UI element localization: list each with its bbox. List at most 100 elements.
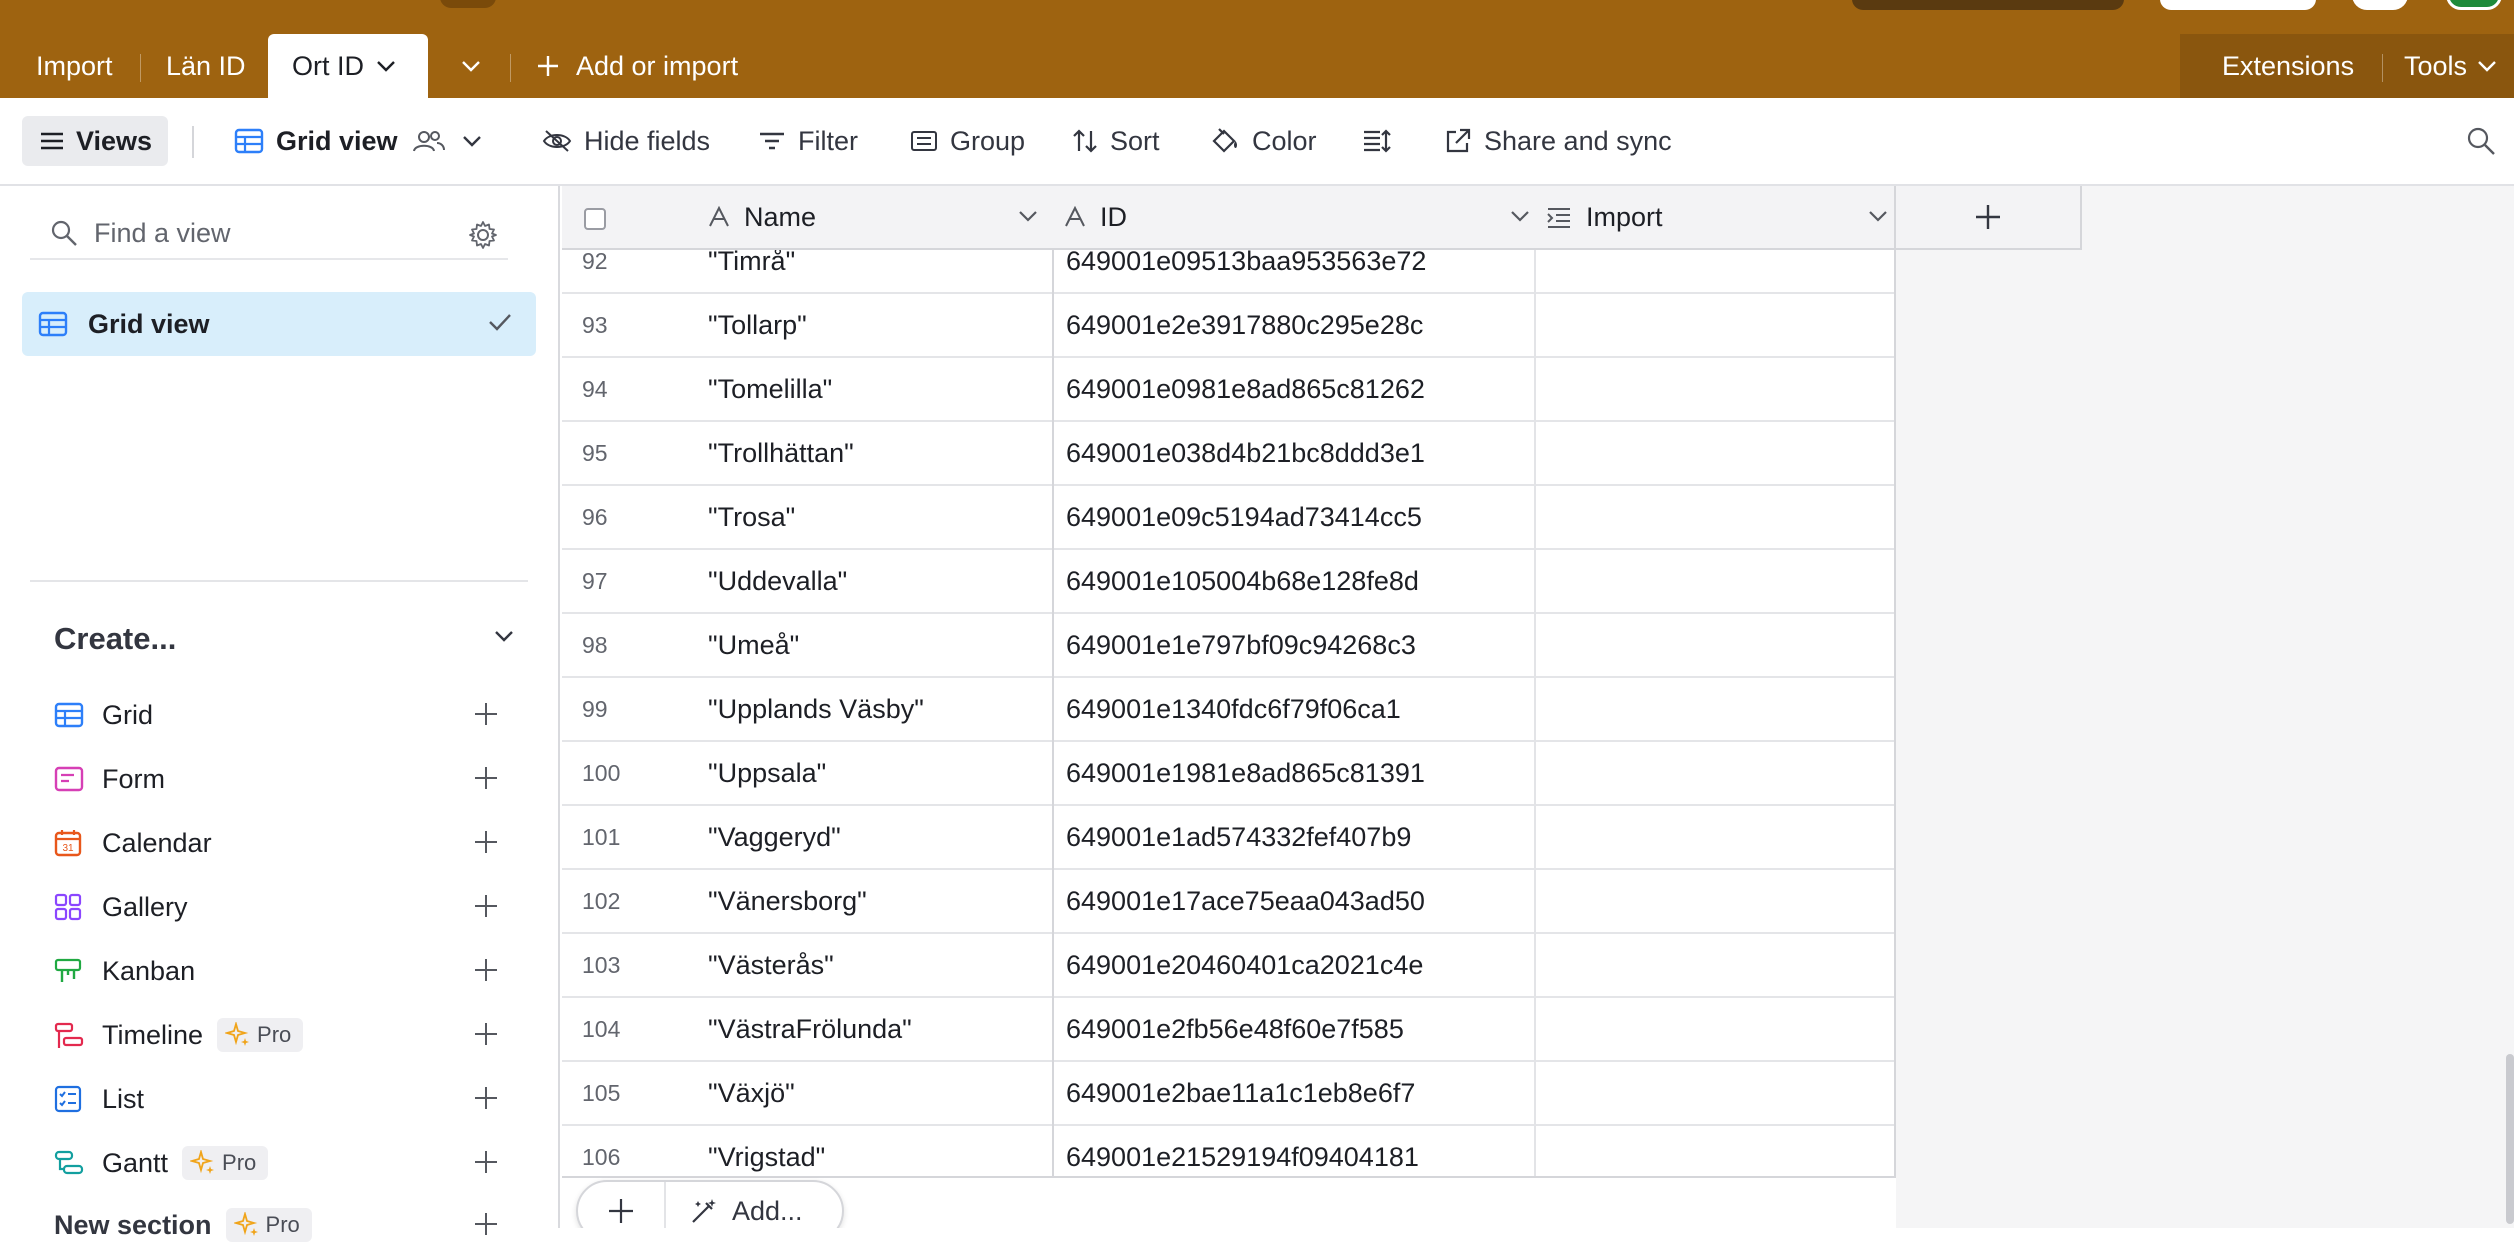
- cell-name[interactable]: "Upplands Väsby": [708, 678, 924, 740]
- tab-import[interactable]: Import: [36, 34, 113, 98]
- cell-name[interactable]: "VästraFrölunda": [708, 998, 912, 1060]
- cell-name[interactable]: "Umeå": [708, 614, 799, 676]
- cell-id[interactable]: 649001e17ace75eaa043ad50: [1066, 870, 1425, 932]
- chevron-down-icon[interactable]: [376, 60, 396, 72]
- cell-import[interactable]: [1536, 678, 1894, 740]
- table-row[interactable]: 104 "VästraFrölunda" 649001e2fb56e48f60e7f…: [562, 998, 1896, 1062]
- cell-id[interactable]: 649001e2fb56e48f60e7f585: [1066, 998, 1404, 1060]
- plus-icon[interactable]: [474, 1212, 498, 1236]
- view-item-grid-view[interactable]: Grid view: [22, 292, 536, 356]
- chevron-down-icon[interactable]: [1018, 210, 1038, 222]
- cell-name[interactable]: "Vaggeryd": [708, 806, 841, 868]
- cell-id[interactable]: 649001e0981e8ad865c81262: [1066, 358, 1425, 420]
- cell-id[interactable]: 649001e038d4b21bc8ddd3e1: [1066, 422, 1425, 484]
- cell-id[interactable]: 649001e1e797bf09c94268c3: [1066, 614, 1416, 676]
- table-row[interactable]: 99 "Upplands Väsby" 649001e1340fdc6f79f06c…: [562, 678, 1896, 742]
- cell-id[interactable]: 649001e20460401ca2021c4e: [1066, 934, 1423, 996]
- cell-import[interactable]: [1536, 550, 1894, 612]
- plus-icon[interactable]: [474, 1086, 498, 1110]
- plus-icon[interactable]: [474, 1150, 498, 1174]
- create-timeline[interactable]: Timeline Pro: [54, 1010, 514, 1060]
- table-row[interactable]: 105 "Växjö" 649001e2bae11a1c1eb8e6f7: [562, 1062, 1896, 1126]
- cell-name[interactable]: "Uppsala": [708, 742, 826, 804]
- cell-id[interactable]: 649001e1981e8ad865c81391: [1066, 742, 1425, 804]
- create-calendar[interactable]: 31 Calendar: [54, 818, 514, 868]
- header-action-partial[interactable]: [1852, 0, 2124, 10]
- tab-ort-id[interactable]: Ort ID: [268, 34, 428, 98]
- table-row[interactable]: 98 "Umeå" 649001e1e797bf09c94268c3: [562, 614, 1896, 678]
- help-button-partial[interactable]: [2352, 0, 2408, 10]
- create-grid[interactable]: Grid: [54, 690, 514, 740]
- plus-icon[interactable]: [474, 894, 498, 918]
- cell-id[interactable]: 649001e1ad574332fef407b9: [1066, 806, 1411, 868]
- vertical-scrollbar[interactable]: [2506, 1054, 2514, 1224]
- column-header-name[interactable]: Name: [708, 186, 1052, 248]
- table-row[interactable]: 94 "Tomelilla" 649001e0981e8ad865c81262: [562, 358, 1896, 422]
- table-row[interactable]: 100 "Uppsala" 649001e1981e8ad865c81391: [562, 742, 1896, 806]
- color-button[interactable]: Color: [1210, 98, 1317, 184]
- create-kanban[interactable]: Kanban: [54, 946, 514, 996]
- plus-icon[interactable]: [474, 958, 498, 982]
- chevron-down-icon[interactable]: [1510, 210, 1530, 222]
- row-height-button[interactable]: [1362, 98, 1392, 184]
- chevron-down-icon[interactable]: [1868, 210, 1888, 222]
- table-row[interactable]: 95 "Trollhättan" 649001e038d4b21bc8ddd3e1: [562, 422, 1896, 486]
- cell-import[interactable]: [1536, 358, 1894, 420]
- cell-import[interactable]: [1536, 998, 1894, 1060]
- table-row[interactable]: 101 "Vaggeryd" 649001e1ad574332fef407b9: [562, 806, 1896, 870]
- add-with-ai-button[interactable]: Add...: [666, 1196, 803, 1227]
- sort-button[interactable]: Sort: [1072, 98, 1160, 184]
- cell-name[interactable]: "Tollarp": [708, 294, 807, 356]
- create-gallery[interactable]: Gallery: [54, 882, 514, 932]
- create-section-toggle[interactable]: Create...: [54, 614, 514, 664]
- cell-import[interactable]: [1536, 806, 1894, 868]
- create-list[interactable]: List: [54, 1074, 514, 1124]
- cell-id[interactable]: 649001e09c5194ad73414cc5: [1066, 486, 1422, 548]
- cell-name[interactable]: "Uddevalla": [708, 550, 847, 612]
- table-row[interactable]: 97 "Uddevalla" 649001e105004b68e128fe8d: [562, 550, 1896, 614]
- plus-icon[interactable]: [474, 1022, 498, 1046]
- column-header-id[interactable]: ID: [1064, 186, 1544, 248]
- plus-icon[interactable]: [474, 766, 498, 790]
- column-header-import[interactable]: Import: [1546, 186, 1902, 248]
- cell-name[interactable]: "Trosa": [708, 486, 795, 548]
- avatar[interactable]: [2446, 0, 2502, 10]
- table-row[interactable]: 102 "Vänersborg" 649001e17ace75eaa043ad50: [562, 870, 1896, 934]
- views-button[interactable]: Views: [22, 116, 168, 166]
- group-button[interactable]: Group: [910, 98, 1025, 184]
- create-form[interactable]: Form: [54, 754, 514, 804]
- cell-id[interactable]: 649001e2e3917880c295e28c: [1066, 294, 1423, 356]
- cell-name[interactable]: "Växjö": [708, 1062, 795, 1124]
- cell-import[interactable]: [1536, 1062, 1894, 1124]
- add-field-button[interactable]: [1894, 186, 2082, 248]
- add-record-button[interactable]: [578, 1182, 666, 1228]
- cell-import[interactable]: [1536, 934, 1894, 996]
- select-all-checkbox[interactable]: [584, 208, 606, 230]
- cell-name[interactable]: "Västerås": [708, 934, 834, 996]
- header-share-button-partial[interactable]: [2160, 0, 2316, 10]
- cell-name[interactable]: "Vänersborg": [708, 870, 867, 932]
- gear-icon[interactable]: [468, 220, 498, 250]
- table-row[interactable]: 96 "Trosa" 649001e09c5194ad73414cc5: [562, 486, 1896, 550]
- table-row[interactable]: 103 "Västerås" 649001e20460401ca2021c4e: [562, 934, 1896, 998]
- cell-name[interactable]: "Trollhättan": [708, 422, 854, 484]
- cell-import[interactable]: [1536, 614, 1894, 676]
- cell-import[interactable]: [1536, 422, 1894, 484]
- share-and-sync-button[interactable]: Share and sync: [1444, 98, 1672, 184]
- header-button-partial[interactable]: [440, 0, 496, 8]
- cell-import[interactable]: [1536, 486, 1894, 548]
- cell-id[interactable]: 649001e105004b68e128fe8d: [1066, 550, 1419, 612]
- tab-lan-id[interactable]: Län ID: [166, 34, 246, 98]
- find-view-input[interactable]: [94, 217, 434, 249]
- cell-id[interactable]: 649001e2bae11a1c1eb8e6f7: [1066, 1062, 1415, 1124]
- hide-fields-button[interactable]: Hide fields: [542, 98, 710, 184]
- cell-import[interactable]: [1536, 294, 1894, 356]
- filter-button[interactable]: Filter: [758, 98, 858, 184]
- create-new-section[interactable]: New section Pro: [54, 1200, 514, 1250]
- plus-icon[interactable]: [474, 830, 498, 854]
- cell-import[interactable]: [1536, 870, 1894, 932]
- cell-import[interactable]: [1536, 742, 1894, 804]
- plus-icon[interactable]: [474, 702, 498, 726]
- table-row[interactable]: 93 "Tollarp" 649001e2e3917880c295e28c: [562, 294, 1896, 358]
- cell-id[interactable]: 649001e1340fdc6f79f06ca1: [1066, 678, 1401, 740]
